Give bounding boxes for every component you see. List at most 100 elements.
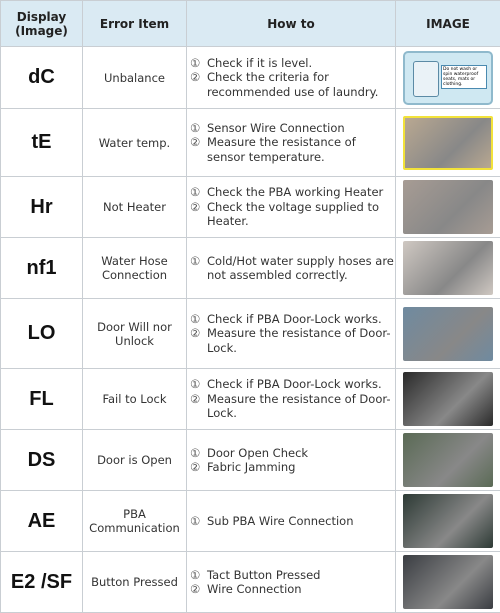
step: ①Sensor Wire Connection xyxy=(190,121,395,136)
step: ①Door Open Check xyxy=(190,446,395,461)
image-cell xyxy=(396,109,500,177)
step: ②Check the voltage supplied to Heater. xyxy=(190,200,395,229)
step-number: ① xyxy=(190,377,207,392)
display-code: E2 /SF xyxy=(1,552,83,613)
step: ②Check the criteria for recommended use … xyxy=(190,70,395,99)
image-cell xyxy=(396,177,500,238)
step-text: Check if it is level. xyxy=(207,56,312,71)
image-cell: Do not wash or spin waterproof seats, ma… xyxy=(396,47,500,109)
table-row: tE Water temp. ①Sensor Wire Connection②M… xyxy=(1,109,500,177)
step: ②Measure the resistance of sensor temper… xyxy=(190,135,395,164)
door-lock-photo xyxy=(403,372,493,426)
display-code: FL xyxy=(1,369,83,430)
header-display: Display (Image) xyxy=(1,1,83,47)
step-text: Measure the resistance of Door-Lock. xyxy=(207,392,395,421)
pcb-photo xyxy=(403,494,493,548)
display-code: DS xyxy=(1,430,83,491)
sticker-note: Do not wash or spin waterproof seats, ma… xyxy=(441,65,487,89)
step-text: Measure the resistance of Door-Lock. xyxy=(207,326,395,355)
step-number: ② xyxy=(190,70,207,99)
step-text: Check if PBA Door-Lock works. xyxy=(207,377,382,392)
step: ①Check the PBA working Heater xyxy=(190,185,395,200)
step-number: ① xyxy=(190,568,207,583)
step-number: ② xyxy=(190,200,207,229)
display-code: dC xyxy=(1,47,83,109)
image-cell xyxy=(396,552,500,613)
step: ①Sub PBA Wire Connection xyxy=(190,514,395,529)
step-number: ① xyxy=(190,254,207,283)
how-to: ①Cold/Hot water supply hoses are not ass… xyxy=(187,238,396,299)
error-item: Door Will nor Unlock xyxy=(83,299,187,369)
how-to: ①Sensor Wire Connection②Measure the resi… xyxy=(187,109,396,177)
table-row: LO Door Will nor Unlock ①Check if PBA Do… xyxy=(1,299,500,369)
step-number: ② xyxy=(190,582,207,597)
header-image: IMAGE xyxy=(396,1,500,47)
step-number: ① xyxy=(190,514,207,529)
image-cell xyxy=(396,369,500,430)
table-row: E2 /SF Button Pressed ①Tact Button Press… xyxy=(1,552,500,613)
step-number: ② xyxy=(190,460,207,475)
error-item: Fail to Lock xyxy=(83,369,187,430)
display-code: LO xyxy=(1,299,83,369)
error-code-table: Display (Image) Error Item How to IMAGE … xyxy=(0,0,500,613)
step-text: Measure the resistance of sensor tempera… xyxy=(207,135,395,164)
error-item: Door is Open xyxy=(83,430,187,491)
step: ①Cold/Hot water supply hoses are not ass… xyxy=(190,254,395,283)
step-text: Check the PBA working Heater xyxy=(207,185,383,200)
how-to: ①Check the PBA working Heater②Check the … xyxy=(187,177,396,238)
step-text: Check the criteria for recommended use o… xyxy=(207,70,395,99)
image-cell xyxy=(396,491,500,552)
step: ①Check if PBA Door-Lock works. xyxy=(190,312,395,327)
step-text: Sensor Wire Connection xyxy=(207,121,345,136)
step-number: ② xyxy=(190,135,207,164)
header-row: Display (Image) Error Item How to IMAGE xyxy=(1,1,500,47)
sensor-photo xyxy=(403,116,493,170)
how-to: ①Check if PBA Door-Lock works.②Measure t… xyxy=(187,369,396,430)
step: ①Check if it is level. xyxy=(190,56,395,71)
step: ②Measure the resistance of Door-Lock. xyxy=(190,392,395,421)
image-cell xyxy=(396,299,500,369)
how-to: ①Check if PBA Door-Lock works.②Measure t… xyxy=(187,299,396,369)
step-text: Sub PBA Wire Connection xyxy=(207,514,353,529)
error-item: PBA Communication xyxy=(83,491,187,552)
how-to: ①Door Open Check②Fabric Jamming xyxy=(187,430,396,491)
step-text: Check the voltage supplied to Heater. xyxy=(207,200,395,229)
step: ②Measure the resistance of Door-Lock. xyxy=(190,326,395,355)
step: ①Check if PBA Door-Lock works. xyxy=(190,377,395,392)
hose-photo xyxy=(403,241,493,295)
sticker-image: Do not wash or spin waterproof seats, ma… xyxy=(403,51,493,105)
header-how-to: How to xyxy=(187,1,396,47)
image-cell xyxy=(396,430,500,491)
washer-door-photo xyxy=(403,307,493,361)
how-to: ①Sub PBA Wire Connection xyxy=(187,491,396,552)
step: ②Fabric Jamming xyxy=(190,460,395,475)
header-error-item: Error Item xyxy=(83,1,187,47)
how-to: ①Check if it is level.②Check the criteri… xyxy=(187,47,396,109)
image-cell xyxy=(396,238,500,299)
step-text: Wire Connection xyxy=(207,582,302,597)
table-row: nf1 Water Hose Connection ①Cold/Hot wate… xyxy=(1,238,500,299)
step-text: Fabric Jamming xyxy=(207,460,295,475)
error-item: Water temp. xyxy=(83,109,187,177)
display-code: AE xyxy=(1,491,83,552)
step-text: Check if PBA Door-Lock works. xyxy=(207,312,382,327)
display-code: nf1 xyxy=(1,238,83,299)
heater-photo xyxy=(403,180,493,234)
step: ②Wire Connection xyxy=(190,582,395,597)
table-row: DS Door is Open ①Door Open Check②Fabric … xyxy=(1,430,500,491)
step-number: ① xyxy=(190,185,207,200)
display-code: Hr xyxy=(1,177,83,238)
multimeter-photo xyxy=(403,433,493,487)
step-number: ② xyxy=(190,326,207,355)
step-text: Door Open Check xyxy=(207,446,308,461)
step-text: Cold/Hot water supply hoses are not asse… xyxy=(207,254,395,283)
how-to: ①Tact Button Pressed②Wire Connection xyxy=(187,552,396,613)
error-item: Water Hose Connection xyxy=(83,238,187,299)
step-number: ① xyxy=(190,121,207,136)
washer-illustration xyxy=(413,61,439,97)
table-row: Hr Not Heater ①Check the PBA working Hea… xyxy=(1,177,500,238)
step-number: ② xyxy=(190,392,207,421)
step-number: ① xyxy=(190,56,207,71)
error-item: Unbalance xyxy=(83,47,187,109)
step-number: ① xyxy=(190,312,207,327)
